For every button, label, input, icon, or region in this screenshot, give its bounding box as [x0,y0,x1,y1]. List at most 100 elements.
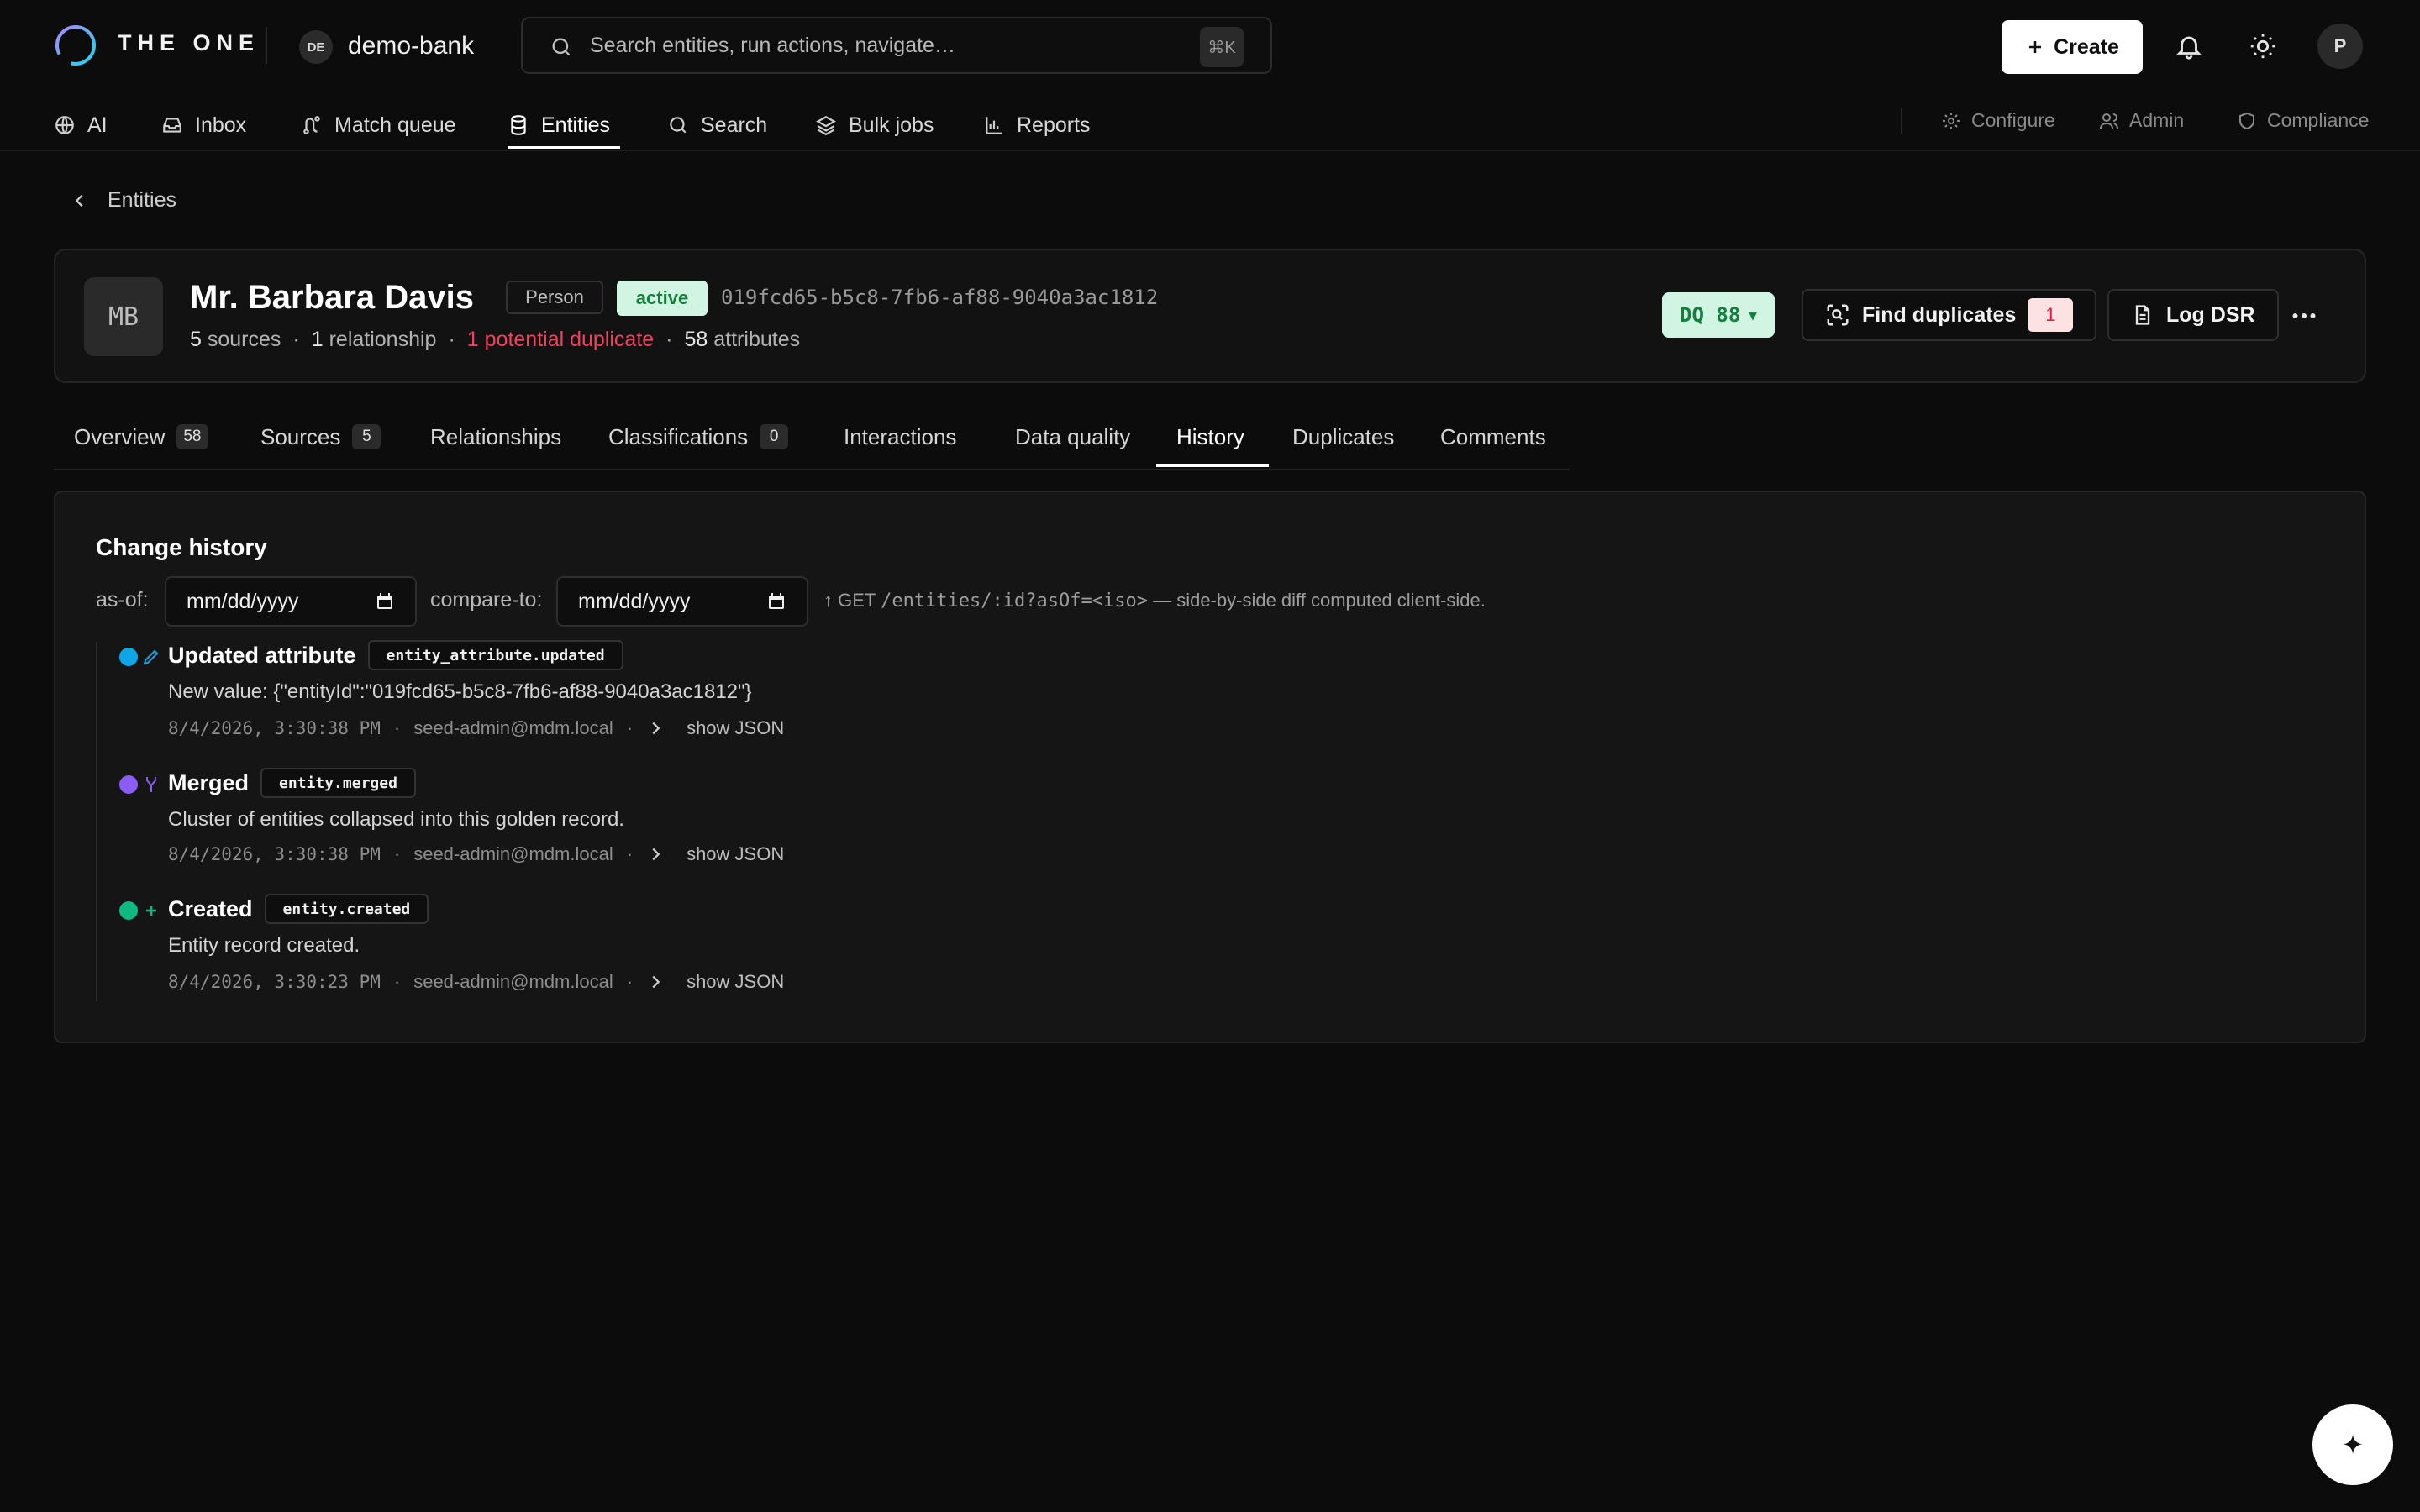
sparkle-icon: ✦ [2341,1430,2365,1460]
nav-item-bulk-jobs[interactable]: Bulk jobs [815,108,934,143]
bar-chart-icon [983,114,1005,136]
log-dsr-button[interactable]: Log DSR [2107,289,2279,341]
event-title: Merged [168,769,250,795]
merge-icon [141,774,161,795]
plus-icon [141,900,161,921]
show-json-label: show JSON [687,843,785,864]
nav-item-match-queue[interactable]: Match queue [301,108,456,143]
workspace-name[interactable]: demo-bank [348,32,474,60]
tab-count-badge: 5 [352,424,381,449]
tab-data-quality[interactable]: Data quality [1015,420,1130,454]
hint-text: — side-by-side diff computed client-side… [1153,590,1486,611]
workspace-badge[interactable]: DE [299,30,333,64]
caret-down-icon: ▼ [1749,307,1757,323]
separator: · [393,971,401,992]
event-title: Updated attribute [168,642,356,668]
tab-relationships[interactable]: Relationships [430,420,561,454]
nav-item-configure[interactable]: Configure [1941,109,2055,132]
tab-overview[interactable]: Overview 58 [74,420,208,454]
event-type-tag: entity_attribute.updated [367,640,623,670]
nav-item-reports[interactable]: Reports [983,108,1091,143]
divider [1901,108,1902,134]
globe-icon [54,114,76,136]
pencil-icon [141,647,161,667]
nav-item-ai[interactable]: AI [54,108,108,143]
entity-name: Mr. Barbara Davis [190,279,474,316]
chevron-right-icon [646,845,665,864]
nav-item-inbox[interactable]: Inbox [161,108,246,143]
event-description: New value: {"entityId":"019fcd65-b5c8-7f… [168,680,752,703]
bell-icon[interactable] [2175,32,2203,60]
nav-item-compliance[interactable]: Compliance [2237,109,2369,132]
nav-item-search[interactable]: Search [667,108,767,143]
dq-label: DQ 88 [1680,303,1741,327]
tab-duplicates[interactable]: Duplicates [1292,420,1394,454]
tab-classifications[interactable]: Classifications 0 [608,420,789,454]
tab-comments[interactable]: Comments [1440,420,1546,454]
timeline-line [96,642,97,1001]
dq-score-button[interactable]: DQ 88 ▼ [1662,292,1775,338]
search-placeholder: Search entities, run actions, navigate… [590,34,955,57]
calendar-icon [766,591,786,612]
event-actor: seed-admin@mdm.local [413,971,613,992]
entity-avatar: MB [84,277,163,356]
event-timestamp: 8/4/2026, 3:30:23 PM [168,972,381,992]
tab-label: Overview [74,423,166,449]
event-type-tag: entity.created [264,894,429,924]
event-description: Cluster of entities collapsed into this … [168,808,624,831]
tab-active-indicator [1156,464,1269,467]
separator: · [626,843,634,864]
breadcrumb[interactable]: Entities [71,188,176,213]
assistant-fab-button[interactable]: ✦ [2312,1404,2393,1485]
event-marker [119,774,161,795]
event-title: Created [168,895,253,921]
stat-sources: 5 sources [190,328,281,351]
log-dsr-label: Log DSR [2166,302,2255,327]
tab-sources[interactable]: Sources 5 [260,420,381,454]
brand-name: THE ONE [118,30,260,55]
theme-toggle-icon[interactable] [2249,32,2277,60]
chevron-left-icon [71,192,89,210]
nav-label: Reports [1017,113,1091,137]
hint-path: /entities/:id?asOf=<iso> [881,591,1148,612]
nav-label: Bulk jobs [849,113,934,137]
tab-label: Sources [260,423,341,449]
find-duplicates-button[interactable]: Find duplicates 1 [1802,289,2097,341]
document-icon [2131,303,2154,327]
tabs-divider [54,469,1570,470]
more-options-icon[interactable] [2289,301,2319,331]
show-json-toggle[interactable]: show JSON [646,843,784,865]
stat-potential-duplicates[interactable]: 1 potential duplicate [467,328,654,352]
show-json-toggle[interactable]: show JSON [646,971,784,993]
nav-item-entities[interactable]: Entities [508,108,610,143]
find-duplicates-label: Find duplicates [1862,302,2017,327]
search-input[interactable]: Search entities, run actions, navigate… … [521,17,1272,74]
shortcut-hint: ⌘K [1200,27,1244,67]
chevron-right-icon [646,973,665,991]
tab-label: Classifications [608,423,749,449]
nav-label: Inbox [195,113,247,137]
tab-count-badge: 58 [176,424,208,449]
event-dot [119,648,138,666]
tab-interactions[interactable]: Interactions [844,420,956,454]
show-json-toggle[interactable]: show JSON [646,717,784,739]
logo-icon[interactable] [54,24,97,67]
as-of-label: as-of: [96,588,149,612]
tab-label: Data quality [1015,423,1131,449]
event-actor: seed-admin@mdm.local [413,843,613,864]
event-dot [119,775,138,794]
event-meta: 8/4/2026, 3:30:23 PM · seed-admin@mdm.lo… [168,971,784,993]
show-json-label: show JSON [687,717,785,738]
compare-to-date-input[interactable]: mm/dd/yyyy [556,576,808,627]
create-button[interactable]: Create [2002,20,2143,74]
stat-relationships: 1 relationship [311,328,437,351]
tab-count-badge: 0 [760,424,789,449]
tab-label: Duplicates [1292,423,1395,449]
nav-label: Configure [1971,109,2055,131]
scan-face-icon [1825,302,1850,328]
entity-stats: 5 sources · 1 relationship · 1 potential… [190,328,800,352]
tab-history[interactable]: History [1176,420,1244,454]
nav-item-admin[interactable]: Admin [2099,109,2184,132]
avatar[interactable]: P [2317,24,2363,69]
as-of-date-input[interactable]: mm/dd/yyyy [165,576,417,627]
